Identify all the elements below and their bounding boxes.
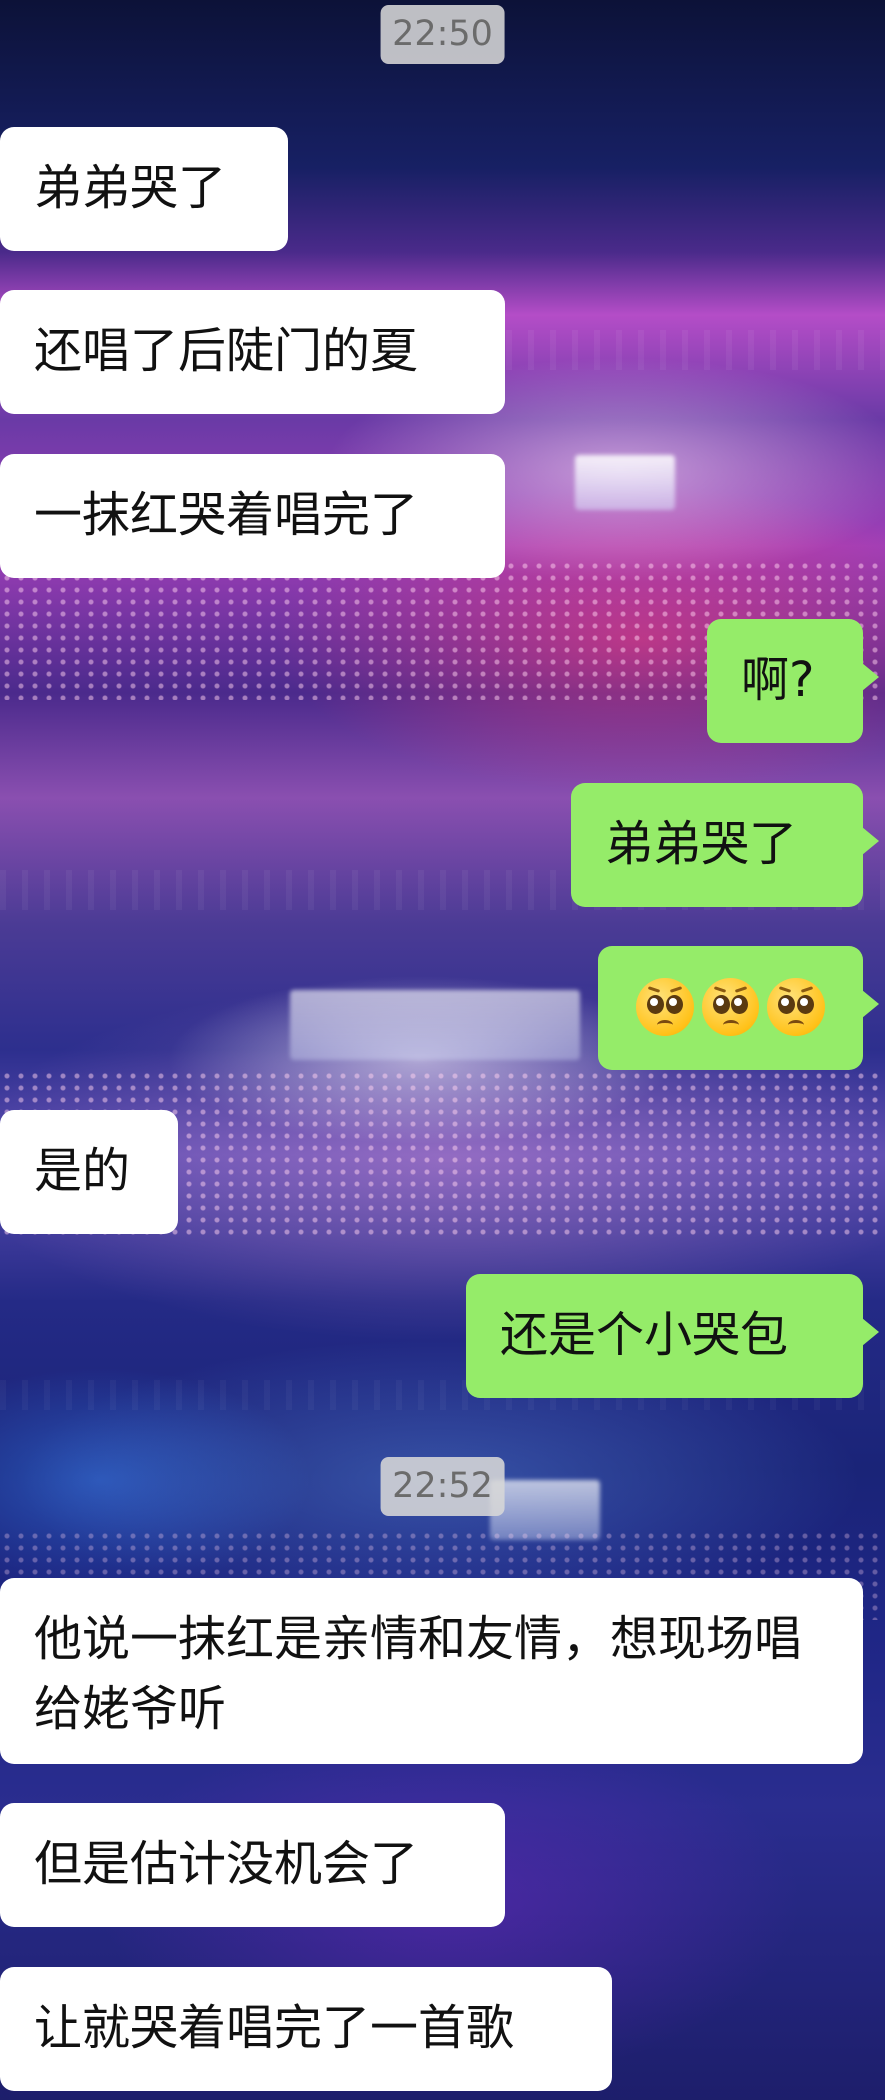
message-text: 啊? bbox=[741, 652, 815, 708]
message-text: 让就哭着唱完了一首歌 bbox=[34, 2000, 515, 2056]
message-text: 但是估计没机会了 bbox=[34, 1836, 419, 1892]
pleading-face-icon bbox=[767, 978, 826, 1036]
message-text: 还是个小哭包 bbox=[500, 1307, 789, 1363]
message-text: 弟弟哭了 bbox=[34, 160, 227, 216]
pleading-face-icon bbox=[701, 978, 760, 1036]
message-text: 他说一抹红是亲情和友情，想现场唱给姥爷听 bbox=[34, 1611, 803, 1737]
stage-screen bbox=[575, 455, 675, 510]
chat-timestamp: 22:52 bbox=[380, 1457, 505, 1516]
message-text: 一抹红哭着唱完了 bbox=[34, 487, 419, 543]
message-bubble-sent[interactable]: 还是个小哭包 bbox=[466, 1274, 879, 1398]
message-bubble-received[interactable]: 一抹红哭着唱完了 bbox=[0, 454, 505, 578]
message-bubble-received[interactable]: 弟弟哭了 bbox=[0, 127, 288, 251]
message-bubble-sent[interactable]: 弟弟哭了 bbox=[571, 783, 879, 907]
message-text: 还唱了后陡门的夏 bbox=[34, 323, 419, 379]
emoji-row bbox=[636, 972, 826, 1042]
message-bubble-received[interactable]: 是的 bbox=[0, 1110, 178, 1234]
pleading-face-icon bbox=[636, 978, 694, 1036]
message-bubble-sent[interactable] bbox=[598, 946, 879, 1070]
message-text: 是的 bbox=[34, 1143, 131, 1199]
message-bubble-received[interactable]: 还唱了后陡门的夏 bbox=[0, 290, 505, 414]
message-bubble-received[interactable]: 但是估计没机会了 bbox=[0, 1803, 505, 1927]
message-bubble-sent[interactable]: 啊? bbox=[707, 619, 879, 743]
chat-timestamp: 22:50 bbox=[380, 5, 505, 64]
stage-screen bbox=[290, 990, 580, 1060]
message-bubble-received[interactable]: 让就哭着唱完了一首歌 bbox=[0, 1967, 612, 2091]
message-text: 弟弟哭了 bbox=[605, 816, 798, 872]
message-bubble-received[interactable]: 他说一抹红是亲情和友情，想现场唱给姥爷听 bbox=[0, 1578, 863, 1764]
